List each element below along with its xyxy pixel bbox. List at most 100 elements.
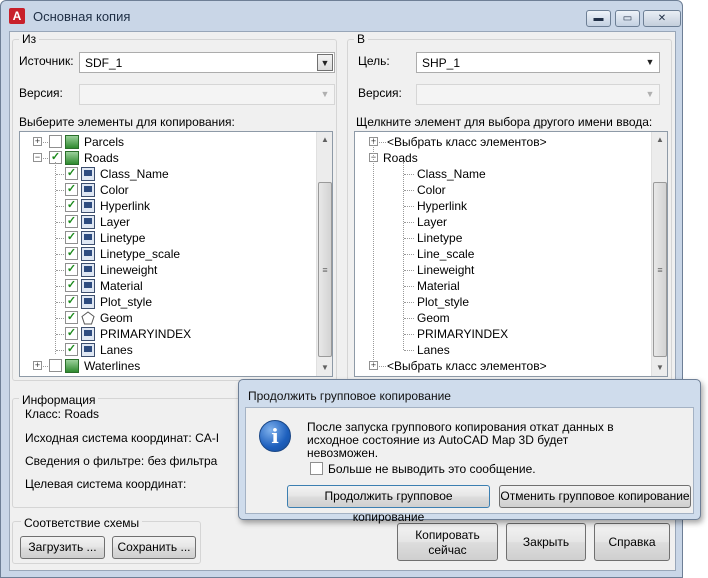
target-field-row[interactable]: Plot_style (355, 294, 645, 310)
item-checkbox[interactable]: ✓ (65, 231, 78, 244)
source-field-row[interactable]: ✓ Lineweight (20, 262, 310, 278)
property-field-icon (81, 199, 95, 213)
target-field-row[interactable]: Color (355, 182, 645, 198)
scroll-thumb[interactable]: ≡ (653, 182, 667, 357)
target-field-row[interactable]: Hyperlink (355, 198, 645, 214)
source-field-row[interactable]: ✓ PRIMARYINDEX (20, 326, 310, 342)
target-field-row[interactable]: Line_scale (355, 246, 645, 262)
feature-class-icon (65, 151, 79, 165)
tree-item-label: Hyperlink (100, 199, 151, 213)
source-field-row[interactable]: ✓ Color (20, 182, 310, 198)
save-schema-button[interactable]: Сохранить ... (112, 536, 196, 559)
source-field-row[interactable]: ✓ Material (20, 278, 310, 294)
target-field-row[interactable]: Layer (355, 214, 645, 230)
property-field-icon (81, 215, 95, 229)
close-window-button[interactable]: ✕ (643, 10, 681, 27)
tree-connector (404, 222, 414, 223)
scroll-down-icon[interactable]: ▼ (652, 360, 667, 376)
schema-group-label: Соответствие схемы (21, 516, 143, 530)
scroll-up-icon[interactable]: ▲ (652, 132, 667, 148)
maximize-button[interactable]: ▭ (615, 10, 640, 27)
source-class-row[interactable]: + Parcels (20, 134, 310, 150)
source-feature-tree[interactable]: + Waterlines ✓ Lanes ✓ PRIMARYINDEX ✓ Geom ✓ Plot… (19, 131, 333, 377)
source-class-row[interactable]: − ✓ Roads (20, 150, 310, 166)
source-field-row[interactable]: ✓ Hyperlink (20, 198, 310, 214)
item-checkbox[interactable]: ✓ (65, 167, 78, 180)
source-version-dropdown[interactable]: ▼ (79, 84, 335, 105)
tree-item-label: Lineweight (100, 263, 158, 277)
tree-item-label: Hyperlink (417, 199, 468, 213)
target-field-row[interactable]: Class_Name (355, 166, 645, 182)
close-button[interactable]: Закрыть (506, 523, 586, 561)
property-field-icon (81, 327, 95, 341)
target-field-row[interactable]: Lineweight (355, 262, 645, 278)
continue-bulk-copy-dialog: Продолжить групповое копирование i После… (238, 379, 701, 524)
target-field-row[interactable]: Geom (355, 310, 645, 326)
chevron-down-icon[interactable]: ▼ (317, 54, 333, 71)
information-icon: i (259, 420, 291, 452)
continue-bulk-copy-button[interactable]: Продолжить групповое копирование (287, 485, 490, 524)
copy-now-button[interactable]: Копировать сейчас (397, 523, 498, 561)
expand-icon[interactable]: + (33, 137, 42, 146)
item-checkbox[interactable]: ✓ (65, 327, 78, 340)
source-field-row[interactable]: ✓ Class_Name (20, 166, 310, 182)
item-checkbox[interactable]: ✓ (65, 311, 78, 324)
tree-connector (404, 318, 414, 319)
source-field-row[interactable]: ✓ Plot_style (20, 294, 310, 310)
source-field-row[interactable]: ✓ Linetype (20, 230, 310, 246)
tree-item-label: Layer (100, 215, 131, 229)
tree-item-label: Linetype (100, 231, 146, 245)
chevron-down-icon[interactable]: ▼ (317, 86, 333, 103)
target-version-dropdown[interactable]: ▼ (416, 84, 660, 105)
target-field-row[interactable]: Material (355, 278, 645, 294)
load-schema-button[interactable]: Загрузить ... (20, 536, 105, 559)
autocad-logo-icon[interactable]: A (9, 8, 25, 24)
collapse-icon[interactable]: − (33, 153, 42, 162)
item-checkbox[interactable] (49, 135, 62, 148)
item-checkbox[interactable]: ✓ (65, 199, 78, 212)
source-dropdown[interactable]: SDF_1 ▼ (79, 52, 335, 73)
target-dropdown[interactable]: SHP_1 ▼ (416, 52, 660, 73)
from-tree-label: Выберите элементы для копирования: (19, 115, 235, 129)
target-class-row[interactable]: − Roads (355, 150, 645, 166)
scroll-down-icon[interactable]: ▼ (317, 360, 332, 376)
item-checkbox[interactable]: ✓ (65, 183, 78, 196)
chevron-down-icon[interactable]: ▼ (642, 54, 658, 71)
help-button[interactable]: Справка (594, 523, 670, 561)
item-checkbox[interactable]: ✓ (65, 343, 78, 356)
source-field-row[interactable]: ✓ Geom (20, 310, 310, 326)
schema-group: Соответствие схемы Загрузить ... Сохрани… (12, 516, 201, 564)
source-tree-scrollbar[interactable]: ▲ ≡ ▼ (316, 132, 332, 376)
minimize-button[interactable]: ▬ (586, 10, 611, 27)
expand-icon[interactable]: + (33, 361, 42, 370)
source-field-row[interactable]: ✓ Linetype_scale (20, 246, 310, 262)
info-class: Класс: Roads (25, 407, 100, 421)
tree-connector (56, 270, 64, 271)
target-class-row[interactable]: + <Выбрать класс элементов> (355, 134, 645, 150)
dont-show-again-checkbox[interactable] (310, 462, 323, 475)
chevron-down-icon[interactable]: ▼ (642, 86, 658, 103)
item-checkbox[interactable]: ✓ (65, 247, 78, 260)
title-bar[interactable]: A Основная копия ▬ ▭ ✕ (1, 1, 682, 31)
scroll-up-icon[interactable]: ▲ (317, 132, 332, 148)
source-field-row[interactable]: ✓ Layer (20, 214, 310, 230)
target-tree-scrollbar[interactable]: ▲ ≡ ▼ (651, 132, 667, 376)
item-checkbox[interactable]: ✓ (65, 215, 78, 228)
target-field-row[interactable]: PRIMARYINDEX (355, 326, 645, 342)
item-checkbox[interactable]: ✓ (65, 279, 78, 292)
target-class-row[interactable]: + <Выбрать класс элементов> (355, 358, 645, 374)
target-field-row[interactable]: Linetype (355, 230, 645, 246)
target-field-row[interactable]: Lanes (355, 342, 645, 358)
cancel-bulk-copy-button[interactable]: Отменить групповое копирование (499, 485, 691, 508)
item-checkbox[interactable]: ✓ (65, 295, 78, 308)
scroll-thumb[interactable]: ≡ (318, 182, 332, 357)
target-feature-tree[interactable]: + <Выбрать класс элементов> Lanes PRIMARYIN… (354, 131, 668, 377)
tree-item-label: Plot_style (417, 295, 470, 309)
tree-connector (56, 302, 64, 303)
item-checkbox[interactable]: ✓ (65, 263, 78, 276)
dont-show-again-label[interactable]: Больше не выводить это сообщение. (328, 462, 536, 476)
item-checkbox[interactable] (49, 359, 62, 372)
source-field-row[interactable]: ✓ Lanes (20, 342, 310, 358)
tree-item-label: Geom (417, 311, 450, 325)
source-class-row[interactable]: + Waterlines (20, 358, 310, 374)
